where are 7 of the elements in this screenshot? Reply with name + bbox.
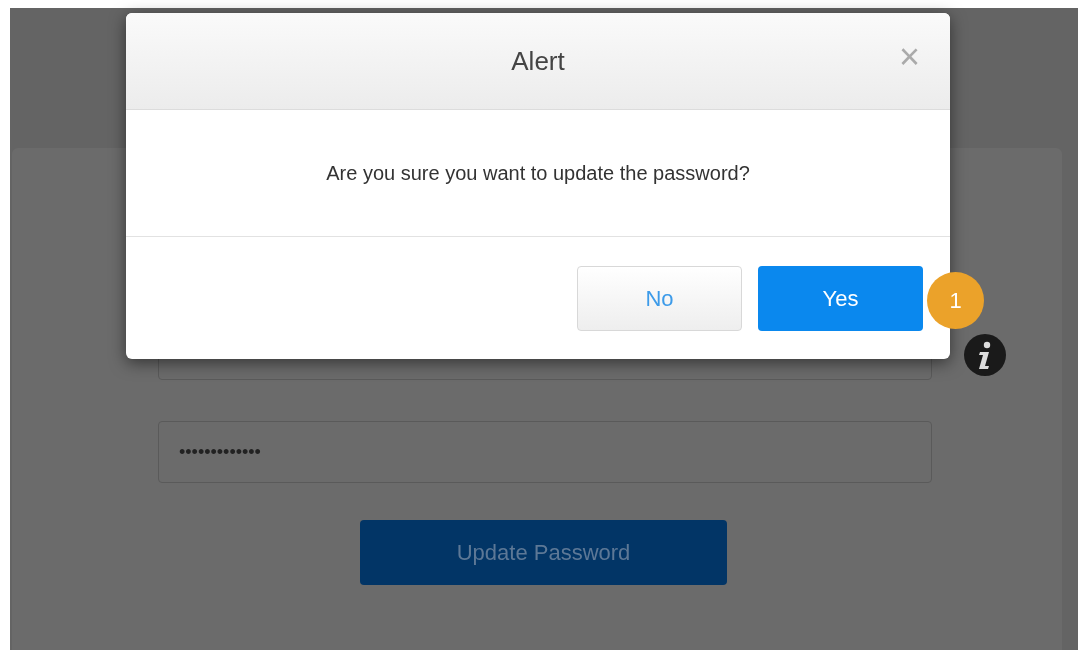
dialog-message: Are you sure you want to update the password? (326, 161, 750, 186)
password-field[interactable]: ••••••••••••• (158, 421, 932, 483)
info-icon[interactable] (963, 333, 1007, 377)
dialog-title: Alert (511, 44, 565, 78)
cancel-button[interactable]: No (577, 265, 742, 331)
confirm-button[interactable]: Yes (758, 265, 923, 331)
close-button[interactable]: × (898, 39, 920, 75)
